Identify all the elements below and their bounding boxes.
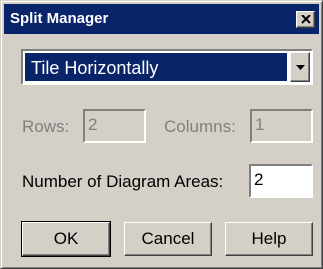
split-manager-dialog: Split Manager Tile Horizontally Rows: 2 … (0, 0, 323, 269)
rows-value: 2 (88, 115, 98, 134)
diagram-areas-value: 2 (254, 170, 264, 189)
layout-dropdown[interactable]: Tile Horizontally (21, 49, 313, 85)
rows-input[interactable]: 2 (83, 109, 146, 143)
close-icon (301, 15, 311, 24)
chevron-down-icon (296, 65, 305, 70)
cancel-button[interactable]: Cancel (124, 222, 212, 256)
ok-button[interactable]: OK (21, 221, 111, 257)
window-title: Split Manager (10, 10, 109, 27)
dropdown-arrow-button[interactable] (290, 52, 310, 82)
help-button[interactable]: Help (225, 222, 313, 256)
layout-dropdown-selection: Tile Horizontally (25, 53, 287, 81)
layout-dropdown-value: Tile Horizontally (31, 58, 159, 78)
columns-label: Columns: (164, 117, 236, 136)
close-button[interactable] (296, 11, 315, 28)
diagram-areas-input[interactable]: 2 (249, 164, 313, 198)
title-bar: Split Manager (4, 4, 319, 34)
rows-label: Rows: (22, 117, 70, 136)
columns-input[interactable]: 1 (250, 109, 313, 143)
columns-value: 1 (255, 115, 265, 134)
diagram-areas-label: Number of Diagram Areas: (22, 172, 224, 191)
